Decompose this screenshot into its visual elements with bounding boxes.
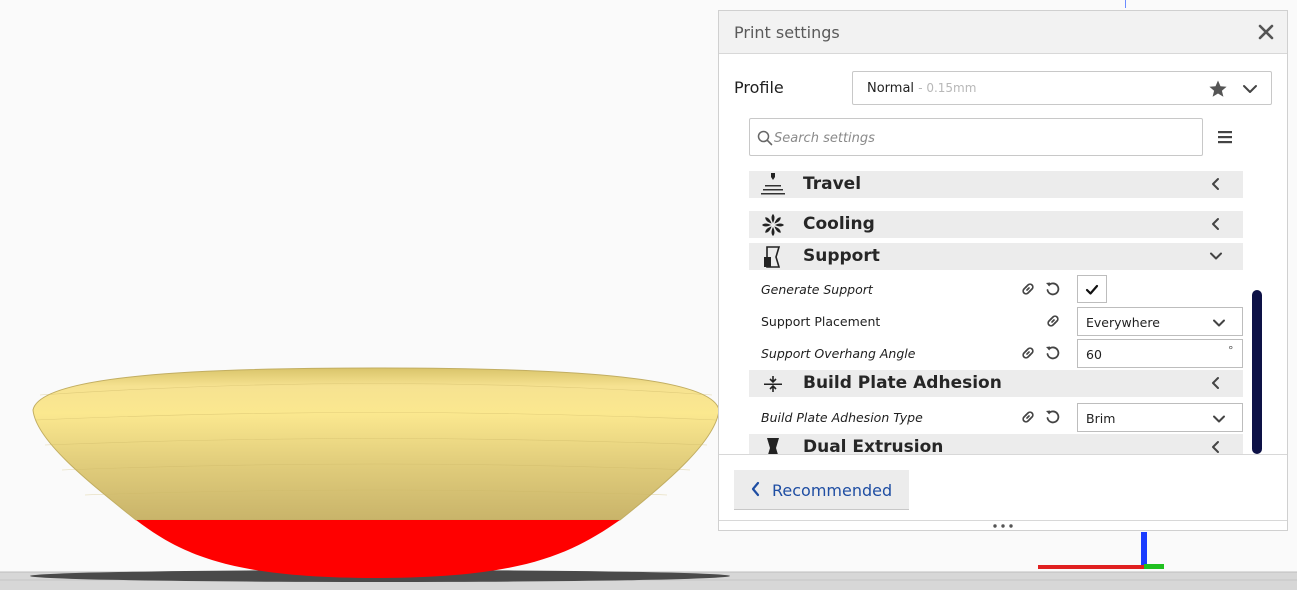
panel-header: Print settings xyxy=(719,11,1287,54)
dual-extrusion-icon xyxy=(767,438,779,454)
settings-list: Travel Cooling Support Generate Support … xyxy=(749,171,1243,454)
chevron-down-icon xyxy=(1243,85,1257,93)
fan-icon xyxy=(762,214,784,236)
setting-support-overhang-angle: Support Overhang Angle 60 ° xyxy=(749,337,1243,369)
reset-icon[interactable] xyxy=(1045,345,1061,361)
chevron-down-icon xyxy=(1213,319,1225,327)
bowl-model[interactable] xyxy=(32,367,720,521)
category-dual-extrusion[interactable]: Dual Extrusion xyxy=(749,434,1243,454)
search-icon xyxy=(757,130,773,146)
chevron-down-icon xyxy=(1213,415,1225,423)
settings-menu-button[interactable] xyxy=(1215,128,1235,146)
field-value: 60 xyxy=(1086,347,1102,362)
adhesion-type-dropdown[interactable]: Brim xyxy=(1077,403,1243,432)
category-label: Support xyxy=(803,246,880,266)
settings-scrollbar[interactable] xyxy=(1252,290,1262,454)
link-icon[interactable] xyxy=(1045,313,1061,329)
search-input[interactable] xyxy=(774,127,1194,149)
y-axis xyxy=(1144,564,1164,569)
setting-label: Support Placement xyxy=(761,314,881,329)
field-unit: ° xyxy=(1228,344,1234,357)
support-placement-dropdown[interactable]: Everywhere xyxy=(1077,307,1243,336)
setting-generate-support: Generate Support xyxy=(749,273,1243,305)
profile-label: Profile xyxy=(734,78,784,97)
chevron-left-icon xyxy=(1212,178,1219,190)
chevron-down-icon xyxy=(1210,252,1222,260)
divider xyxy=(719,454,1287,455)
generate-support-checkbox[interactable] xyxy=(1077,275,1107,303)
recommended-label: Recommended xyxy=(772,481,893,500)
link-icon[interactable] xyxy=(1020,345,1036,361)
category-travel[interactable]: Travel xyxy=(749,171,1243,198)
reset-icon[interactable] xyxy=(1045,409,1061,425)
print-settings-panel: Print settings Profile Normal - 0.15mm S… xyxy=(718,10,1288,531)
check-icon xyxy=(1085,284,1099,295)
travel-icon xyxy=(761,173,785,195)
setting-adhesion-type: Build Plate Adhesion Type Brim xyxy=(749,401,1243,433)
profile-detail: - 0.15mm xyxy=(918,81,977,95)
chevron-left-icon xyxy=(1212,218,1219,230)
category-cooling[interactable]: Cooling xyxy=(749,211,1243,238)
overhang-angle-field[interactable]: 60 ° xyxy=(1077,339,1243,368)
profile-name: Normal - 0.15mm xyxy=(867,81,976,96)
profile-dropdown[interactable]: Normal - 0.15mm xyxy=(852,71,1272,105)
category-label: Dual Extrusion xyxy=(803,437,944,454)
setting-support-placement: Support Placement Everywhere xyxy=(749,305,1243,337)
setting-label: Support Overhang Angle xyxy=(761,346,916,361)
profile-name-text: Normal xyxy=(867,81,915,96)
hamburger-icon xyxy=(1218,131,1232,144)
chevron-left-icon xyxy=(1212,441,1219,453)
dropdown-value: Brim xyxy=(1086,411,1116,426)
chevron-left-icon xyxy=(751,481,760,497)
category-label: Travel xyxy=(803,174,862,194)
category-label: Cooling xyxy=(803,214,875,234)
dropdown-value: Everywhere xyxy=(1086,315,1160,330)
category-support[interactable]: Support xyxy=(749,243,1243,270)
link-icon[interactable] xyxy=(1020,409,1036,425)
category-build-plate-adhesion[interactable]: Build Plate Adhesion xyxy=(749,370,1243,397)
chevron-left-icon xyxy=(1212,377,1219,389)
reset-icon[interactable] xyxy=(1045,281,1061,297)
z-axis xyxy=(1141,532,1147,568)
setting-label: Build Plate Adhesion Type xyxy=(761,410,923,425)
recommended-button[interactable]: Recommended xyxy=(734,470,909,510)
overhang-area xyxy=(136,520,620,578)
panel-title: Print settings xyxy=(734,23,840,42)
close-icon xyxy=(1258,24,1274,40)
close-button[interactable] xyxy=(1255,21,1277,43)
adhesion-icon xyxy=(764,376,782,392)
x-axis xyxy=(1038,565,1144,569)
category-label: Build Plate Adhesion xyxy=(803,373,1002,393)
link-icon[interactable] xyxy=(1020,281,1036,297)
setting-label: Generate Support xyxy=(761,282,873,297)
drag-handle-icon[interactable] xyxy=(990,523,1016,529)
divider xyxy=(719,520,1287,521)
star-icon[interactable] xyxy=(1208,79,1228,99)
search-box xyxy=(749,118,1203,156)
support-icon xyxy=(764,246,781,268)
